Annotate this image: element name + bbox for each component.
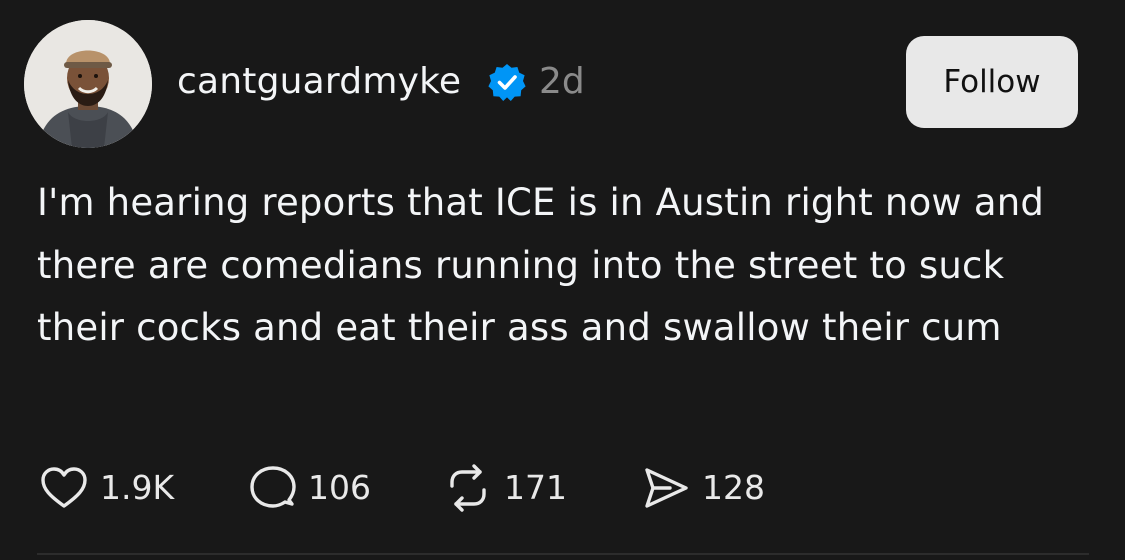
comment-icon [246, 462, 298, 514]
avatar-image [24, 20, 152, 148]
like-button[interactable]: 1.9K [38, 458, 174, 518]
avatar[interactable] [24, 20, 152, 148]
post-card: cantguardmyke 2d Follow I'm hearing repo… [0, 0, 1125, 560]
heart-icon [38, 462, 90, 514]
verified-badge-icon [487, 62, 527, 102]
post-actions: 1.9K 106 171 128 [0, 458, 1125, 518]
reply-button[interactable]: 106 [246, 458, 371, 518]
repost-icon [442, 462, 494, 514]
reply-count: 106 [308, 468, 371, 507]
repost-button[interactable]: 171 [442, 458, 567, 518]
divider [37, 553, 1089, 555]
post-timestamp: 2d [539, 61, 585, 102]
repost-count: 171 [504, 468, 567, 507]
send-icon [640, 462, 692, 514]
like-count: 1.9K [100, 468, 175, 507]
share-button[interactable]: 128 [640, 458, 765, 518]
username[interactable]: cantguardmyke [177, 60, 461, 104]
follow-button[interactable]: Follow [906, 36, 1078, 128]
post-text: I'm hearing reports that ICE is in Austi… [37, 181, 1045, 349]
share-count: 128 [702, 468, 765, 507]
